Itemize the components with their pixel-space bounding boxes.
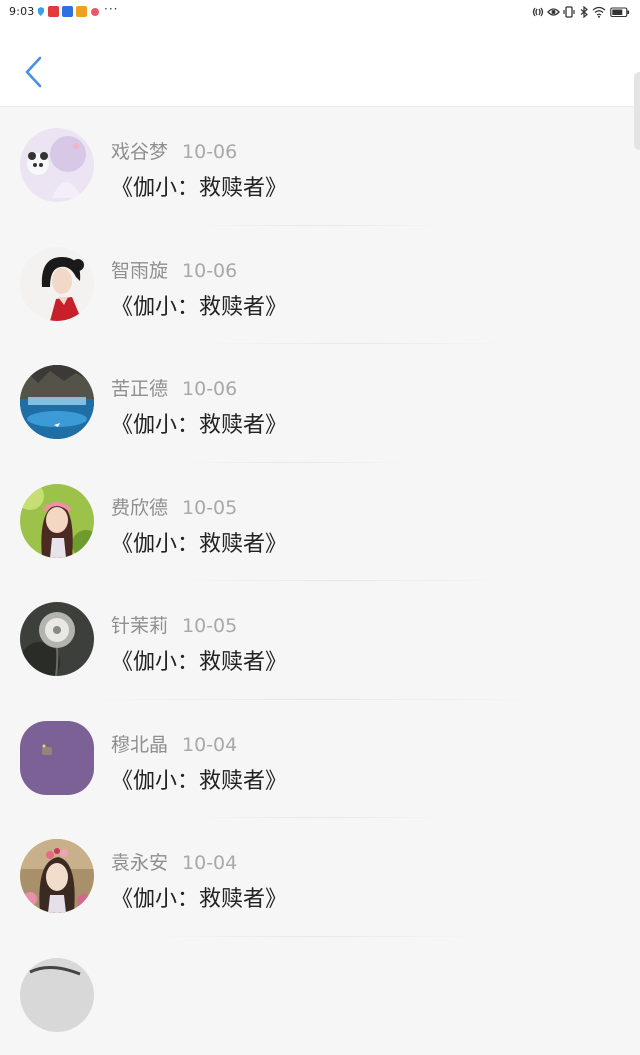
list-item[interactable]: 费欣德 10-05 《伽小：救赎者》 — [0, 463, 640, 582]
comment-meta: 戏谷梦 10-06 — [111, 137, 237, 164]
list-item[interactable]: 戏谷梦 10-06 《伽小：救赎者》 — [0, 107, 640, 226]
status-time: 9:03 — [9, 5, 35, 18]
avatar[interactable] — [20, 365, 94, 439]
list-item[interactable]: 穆北晶 10-04 《伽小：救赎者》 — [0, 700, 640, 819]
back-button[interactable] — [14, 52, 54, 92]
comment-text: 《伽小：救赎者》 — [111, 644, 287, 676]
status-bar: 9:03 ··· — [0, 0, 640, 24]
comment-meta: 袁永安 10-04 — [111, 848, 237, 875]
top-nav-bar — [0, 24, 640, 107]
comment-meta: 苦正德 10-06 — [111, 374, 237, 401]
comment-date: 10-04 — [182, 734, 237, 756]
user-name[interactable]: 智雨旋 — [111, 260, 168, 282]
status-indicators — [532, 6, 632, 18]
avatar[interactable] — [20, 602, 94, 676]
comment-text: 《伽小：救赎者》 — [111, 289, 287, 321]
vibrate-icon — [563, 6, 575, 18]
comment-date: 10-05 — [182, 615, 237, 637]
comment-meta: 穆北晶 10-04 — [111, 730, 237, 757]
list-item[interactable]: 智雨旋 10-06 《伽小：救赎者》 — [0, 226, 640, 345]
comment-text: 《伽小：救赎者》 — [111, 170, 287, 202]
user-name[interactable]: 费欣德 — [111, 497, 168, 519]
user-name[interactable]: 戏谷梦 — [111, 141, 168, 163]
avatar[interactable] — [20, 721, 94, 795]
note-app-icon — [76, 6, 87, 17]
user-name[interactable]: 袁永安 — [111, 852, 168, 874]
comment-meta: 费欣德 10-05 — [111, 493, 237, 520]
avatar[interactable] — [20, 247, 94, 321]
chevron-left-icon — [14, 52, 54, 92]
comment-text: 《伽小：救赎者》 — [111, 526, 287, 558]
nfc-icon — [532, 6, 544, 18]
mail-app-icon — [48, 6, 59, 17]
user-name[interactable]: 苦正德 — [111, 378, 168, 400]
comment-date: 10-05 — [182, 497, 237, 519]
comment-date: 10-06 — [182, 378, 237, 400]
shield-app-icon — [37, 6, 45, 17]
comment-date: 10-06 — [182, 260, 237, 282]
avatar[interactable] — [20, 128, 94, 202]
comment-list: 戏谷梦 10-06 《伽小：救赎者》 智雨旋 10-06 《伽小：救赎者》 — [0, 107, 640, 1055]
avatar[interactable] — [20, 839, 94, 913]
avatar[interactable] — [20, 958, 94, 1032]
list-item[interactable]: 针茉莉 10-05 《伽小：救赎者》 — [0, 581, 640, 700]
comment-text: 《伽小：救赎者》 — [111, 763, 287, 795]
bluetooth-icon — [579, 6, 589, 18]
comment-date: 10-06 — [182, 141, 237, 163]
doc-app-icon — [62, 6, 73, 17]
list-item[interactable]: 苦正德 10-06 《伽小：救赎者》 — [0, 344, 640, 463]
battery-icon — [610, 6, 630, 18]
avatar[interactable] — [20, 484, 94, 558]
comment-meta: 智雨旋 10-06 — [111, 256, 237, 283]
comment-date: 10-04 — [182, 852, 237, 874]
comment-meta: 针茉莉 10-05 — [111, 611, 237, 638]
wifi-icon — [592, 6, 606, 18]
comment-text: 《伽小：救赎者》 — [111, 407, 287, 439]
cake-app-icon — [91, 8, 99, 16]
comment-text: 《伽小：救赎者》 — [111, 881, 287, 913]
list-item-partial[interactable] — [0, 937, 640, 1055]
more-notifications-icon: ··· — [104, 2, 118, 16]
user-name[interactable]: 穆北晶 — [111, 734, 168, 756]
user-name[interactable]: 针茉莉 — [111, 615, 168, 637]
list-item[interactable]: 袁永安 10-04 《伽小：救赎者》 — [0, 818, 640, 937]
eye-icon — [547, 6, 560, 18]
